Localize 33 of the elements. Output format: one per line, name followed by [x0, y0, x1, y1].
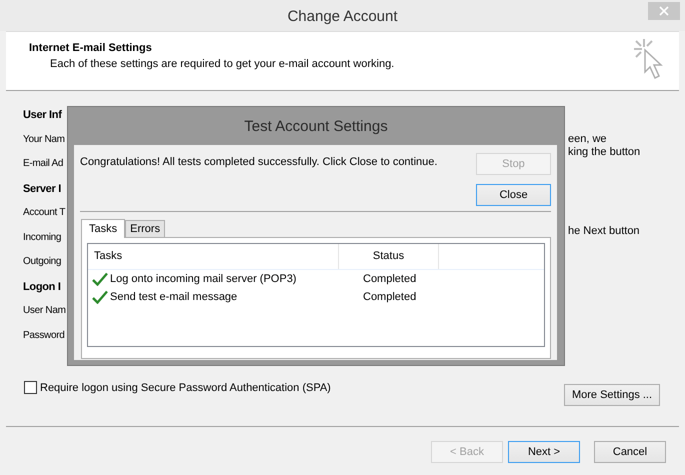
checkbox[interactable]: [24, 381, 37, 394]
task-status: Completed: [362, 291, 416, 303]
task-name: Send test e-mail message: [110, 291, 238, 303]
section-title: Internet E-mail Settings: [29, 42, 152, 54]
tab[interactable]: Tasks: [81, 219, 126, 238]
section-description: Each of these settings are required to get your e-mail account working.: [50, 58, 394, 70]
tab[interactable]: Errors: [125, 220, 166, 237]
description-text: een, we: [568, 132, 608, 146]
dialog-button[interactable]: Cancel: [594, 441, 666, 463]
field-label: Your Nam: [23, 132, 65, 146]
section-heading: User Inf: [23, 108, 62, 123]
column-header[interactable]: Tasks: [88, 244, 339, 269]
dialog-title: Test Account Settings: [244, 118, 388, 134]
description-text: he Next button: [568, 224, 641, 238]
column-header[interactable]: Status: [339, 244, 439, 269]
task-name: Log onto incoming mail server (POP3): [110, 273, 296, 285]
task-status: Completed: [362, 273, 416, 285]
close-icon: [659, 6, 669, 16]
dialog-button[interactable]: Close: [476, 184, 551, 206]
field-label: User Nam: [23, 304, 66, 318]
checkbox-label: Require logon using Secure Password Authentication (SPA): [40, 382, 331, 394]
field-label: Account T: [23, 206, 66, 220]
dialog-button[interactable]: Next >: [508, 441, 580, 463]
field-label: Password: [23, 328, 65, 342]
field-label: Incoming: [23, 230, 62, 244]
field-label: E-mail Ad: [23, 157, 64, 171]
section-heading: Logon I: [23, 280, 61, 294]
description-text: king the button: [568, 146, 642, 158]
field-label: Outgoing: [23, 255, 62, 269]
status-message: Congratulations! All tests completed successfully. Click Close to continue.: [80, 155, 438, 170]
window-title: Change Account: [287, 8, 398, 25]
more-settings-button[interactable]: More Settings ...: [564, 384, 660, 406]
section-heading: Server I: [23, 182, 61, 196]
